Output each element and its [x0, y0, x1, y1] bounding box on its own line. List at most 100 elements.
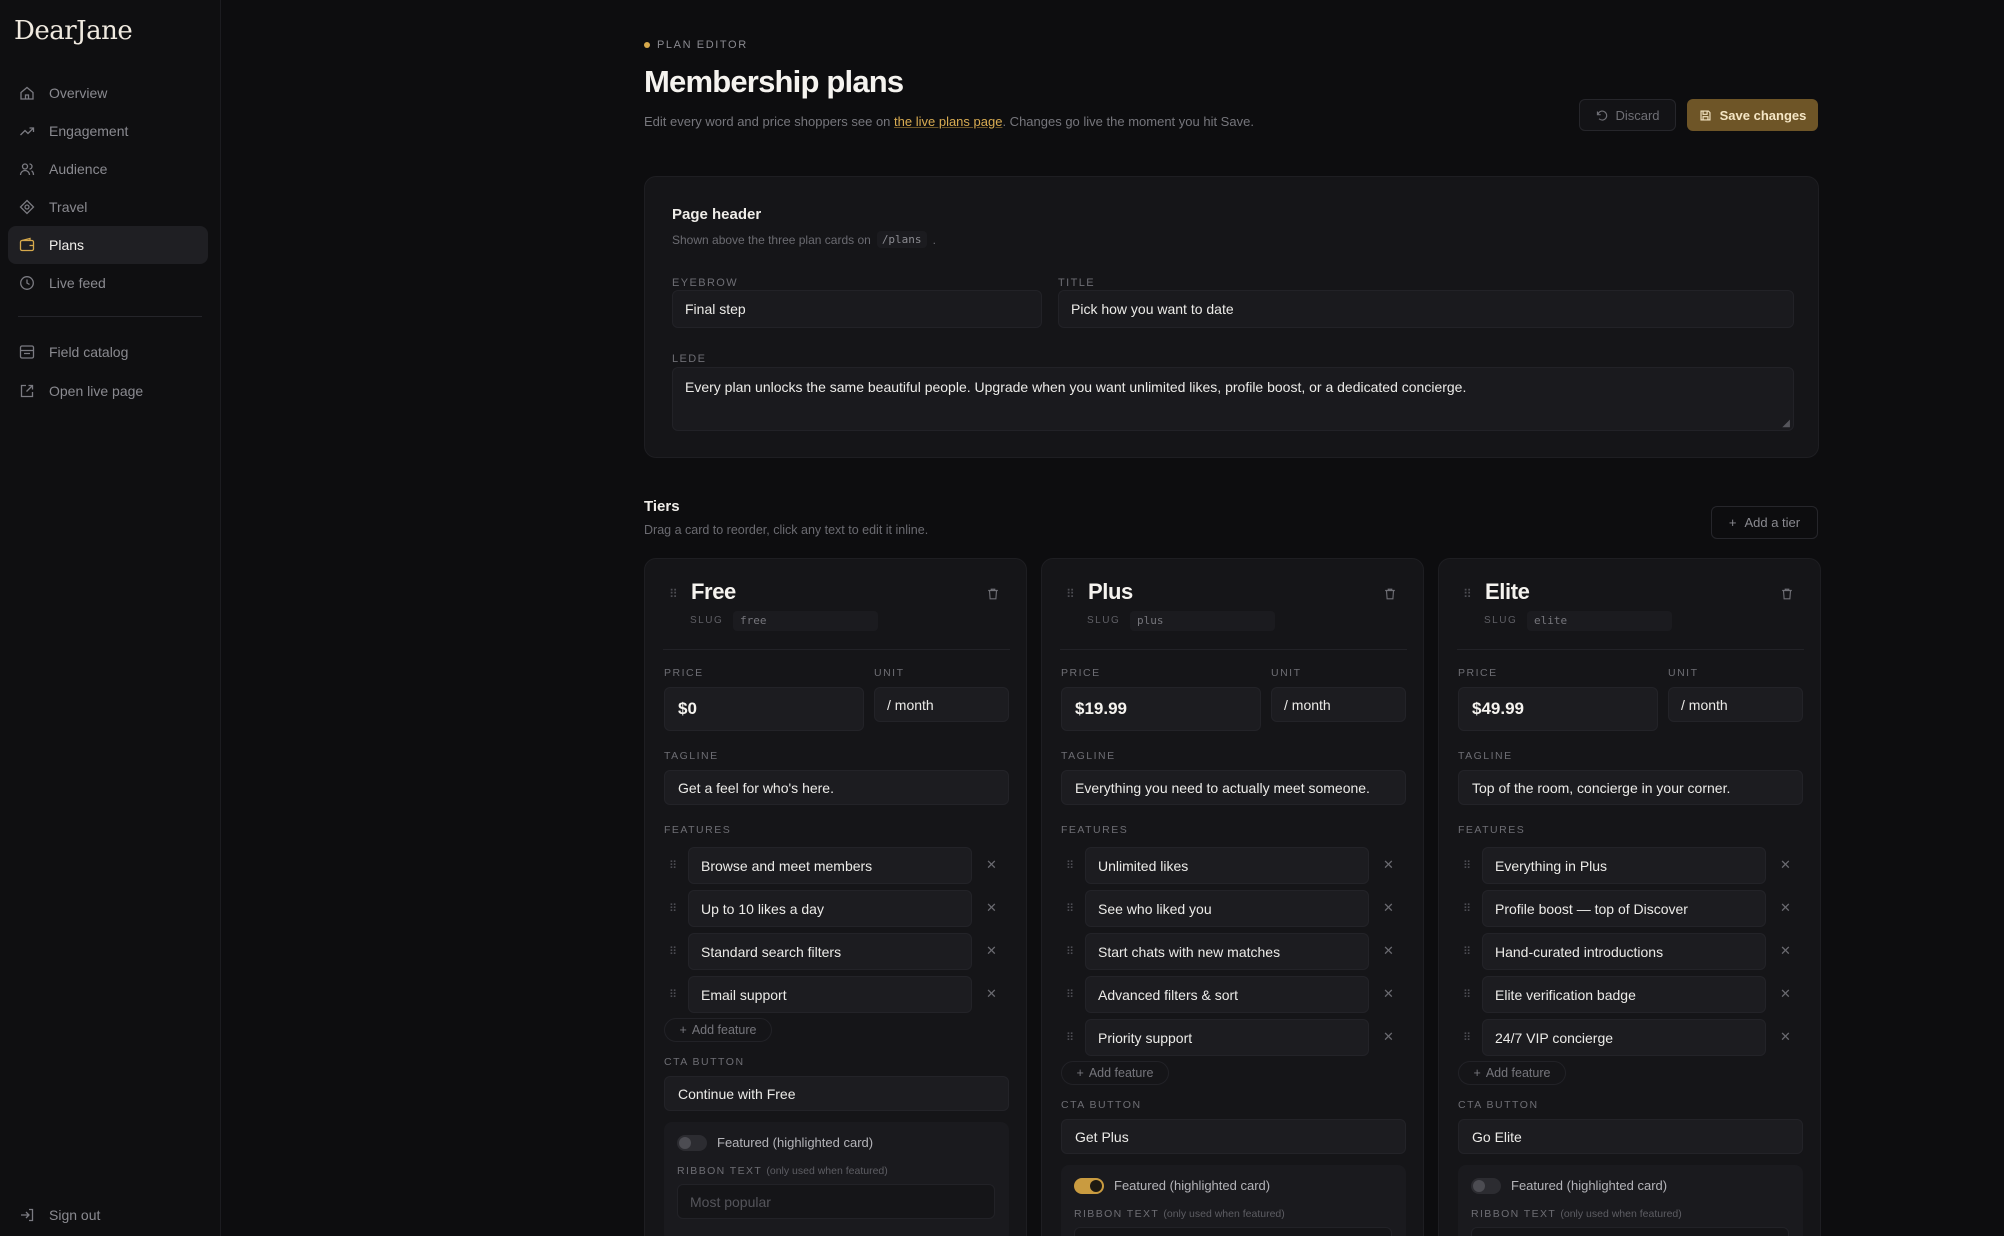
- drag-handle-icon[interactable]: ⠿: [669, 587, 678, 601]
- drag-handle-icon[interactable]: ⠿: [1463, 988, 1471, 1001]
- ribbon-input[interactable]: Most popular: [1074, 1227, 1392, 1236]
- drag-handle-icon[interactable]: ⠿: [1066, 988, 1074, 1001]
- tagline-input[interactable]: Get a feel for who's here.: [664, 770, 1009, 805]
- drag-handle-icon[interactable]: ⠿: [1066, 859, 1074, 872]
- remove-feature-icon[interactable]: ✕: [1780, 943, 1791, 959]
- remove-feature-icon[interactable]: ✕: [1383, 943, 1394, 959]
- remove-feature-icon[interactable]: ✕: [1383, 986, 1394, 1002]
- feature-input[interactable]: Everything in Plus: [1482, 847, 1766, 884]
- featured-toggle[interactable]: [677, 1135, 707, 1151]
- drag-handle-icon[interactable]: ⠿: [1463, 587, 1472, 601]
- drag-handle-icon[interactable]: ⠿: [1463, 902, 1471, 915]
- discard-button[interactable]: Discard: [1579, 99, 1676, 131]
- ribbon-label: RIBBON TEXT (only used when featured): [1074, 1208, 1285, 1220]
- drag-handle-icon[interactable]: ⠿: [669, 945, 677, 958]
- eyebrow-input[interactable]: Final step: [672, 290, 1042, 328]
- drag-handle-icon[interactable]: ⠿: [669, 859, 677, 872]
- sidebar-item-open-live-page[interactable]: Open live page: [8, 371, 208, 410]
- live-plans-link[interactable]: the live plans page: [894, 114, 1002, 129]
- feature-input[interactable]: Email support: [688, 976, 972, 1013]
- feature-input[interactable]: Advanced filters & sort: [1085, 976, 1369, 1013]
- slug-input[interactable]: elite: [1527, 611, 1672, 631]
- sidebar-item-overview[interactable]: Overview: [8, 74, 208, 112]
- remove-feature-icon[interactable]: ✕: [986, 857, 997, 873]
- tagline-input[interactable]: Everything you need to actually meet som…: [1061, 770, 1406, 805]
- cta-input[interactable]: Continue with Free: [664, 1076, 1009, 1111]
- drag-handle-icon[interactable]: ⠿: [669, 902, 677, 915]
- featured-toggle[interactable]: [1471, 1178, 1501, 1194]
- unit-input[interactable]: / month: [874, 687, 1009, 722]
- price-input[interactable]: $0: [664, 687, 864, 731]
- feature-input[interactable]: 24/7 VIP concierge: [1482, 1019, 1766, 1056]
- resize-handle-icon[interactable]: ◢: [1782, 418, 1790, 429]
- save-changes-button[interactable]: Save changes: [1687, 99, 1818, 131]
- drag-handle-icon[interactable]: ⠿: [1066, 902, 1074, 915]
- lede-textarea[interactable]: Every plan unlocks the same beautiful pe…: [672, 367, 1794, 431]
- feature-input[interactable]: Profile boost — top of Discover: [1482, 890, 1766, 927]
- trash-icon[interactable]: [986, 587, 1000, 601]
- feature-input[interactable]: Start chats with new matches: [1085, 933, 1369, 970]
- drag-handle-icon[interactable]: ⠿: [1066, 945, 1074, 958]
- slug-input[interactable]: free: [733, 611, 878, 631]
- drag-handle-icon[interactable]: ⠿: [1066, 587, 1075, 601]
- feature-input[interactable]: Priority support: [1085, 1019, 1369, 1056]
- feature-input[interactable]: Hand-curated introductions: [1482, 933, 1766, 970]
- remove-feature-icon[interactable]: ✕: [1383, 857, 1394, 873]
- add-feature-button[interactable]: + Add feature: [664, 1018, 772, 1042]
- sign-out-button[interactable]: Sign out: [8, 1196, 208, 1234]
- remove-feature-icon[interactable]: ✕: [1383, 900, 1394, 916]
- price-input[interactable]: $49.99: [1458, 687, 1658, 731]
- cta-input[interactable]: Get Plus: [1061, 1119, 1406, 1154]
- feature-input[interactable]: See who liked you: [1085, 890, 1369, 927]
- remove-feature-icon[interactable]: ✕: [986, 943, 997, 959]
- drag-handle-icon[interactable]: ⠿: [1066, 1031, 1074, 1044]
- drag-handle-icon[interactable]: ⠿: [669, 988, 677, 1001]
- add-feature-button[interactable]: + Add feature: [1458, 1061, 1566, 1085]
- feature-row: ⠿ Advanced filters & sort ✕: [1061, 976, 1406, 1014]
- remove-feature-icon[interactable]: ✕: [1780, 986, 1791, 1002]
- remove-feature-icon[interactable]: ✕: [1780, 900, 1791, 916]
- trash-icon[interactable]: [1780, 587, 1794, 601]
- remove-feature-icon[interactable]: ✕: [1383, 1029, 1394, 1045]
- trash-icon[interactable]: [1383, 587, 1397, 601]
- remove-feature-icon[interactable]: ✕: [1780, 1029, 1791, 1045]
- tier-name[interactable]: Free: [691, 579, 736, 605]
- drag-handle-icon[interactable]: ⠿: [1463, 1031, 1471, 1044]
- feature-input[interactable]: Up to 10 likes a day: [688, 890, 972, 927]
- remove-feature-icon[interactable]: ✕: [986, 900, 997, 916]
- ribbon-input[interactable]: Most popular: [1471, 1227, 1789, 1236]
- unit-input[interactable]: / month: [1271, 687, 1406, 722]
- tier-card-free[interactable]: ⠿ Free SLUG free PRICE UNIT $0 / month T…: [644, 558, 1027, 1236]
- featured-toggle[interactable]: [1074, 1178, 1104, 1194]
- sidebar-item-live-feed[interactable]: Live feed: [8, 264, 208, 302]
- sidebar-item-plans[interactable]: Plans: [8, 226, 208, 264]
- remove-feature-icon[interactable]: ✕: [1780, 857, 1791, 873]
- cta-input[interactable]: Go Elite: [1458, 1119, 1803, 1154]
- sidebar-signout: Sign out: [8, 1196, 208, 1234]
- feature-input[interactable]: Standard search filters: [688, 933, 972, 970]
- sidebar-item-travel[interactable]: Travel: [8, 188, 208, 226]
- add-feature-button[interactable]: + Add feature: [1061, 1061, 1169, 1085]
- ribbon-input[interactable]: Most popular: [677, 1184, 995, 1219]
- add-tier-button[interactable]: + Add a tier: [1711, 506, 1818, 539]
- drag-handle-icon[interactable]: ⠿: [1463, 945, 1471, 958]
- unit-input[interactable]: / month: [1668, 687, 1803, 722]
- sidebar-item-audience[interactable]: Audience: [8, 150, 208, 188]
- feature-input[interactable]: Unlimited likes: [1085, 847, 1369, 884]
- sidebar-item-field-catalog[interactable]: Field catalog: [8, 332, 208, 371]
- tier-card-elite[interactable]: ⠿ Elite SLUG elite PRICE UNIT $49.99 / m…: [1438, 558, 1821, 1236]
- brand-logo[interactable]: DearJane: [14, 16, 133, 46]
- users-icon: [18, 160, 36, 178]
- title-input[interactable]: Pick how you want to date: [1058, 290, 1794, 328]
- price-input[interactable]: $19.99: [1061, 687, 1261, 731]
- tier-card-plus[interactable]: ⠿ Plus SLUG plus PRICE UNIT $19.99 / mon…: [1041, 558, 1424, 1236]
- feature-input[interactable]: Browse and meet members: [688, 847, 972, 884]
- remove-feature-icon[interactable]: ✕: [986, 986, 997, 1002]
- feature-input[interactable]: Elite verification badge: [1482, 976, 1766, 1013]
- tagline-input[interactable]: Top of the room, concierge in your corne…: [1458, 770, 1803, 805]
- tier-name[interactable]: Elite: [1485, 579, 1530, 605]
- sidebar-item-engagement[interactable]: Engagement: [8, 112, 208, 150]
- slug-input[interactable]: plus: [1130, 611, 1275, 631]
- tier-name[interactable]: Plus: [1088, 579, 1133, 605]
- drag-handle-icon[interactable]: ⠿: [1463, 859, 1471, 872]
